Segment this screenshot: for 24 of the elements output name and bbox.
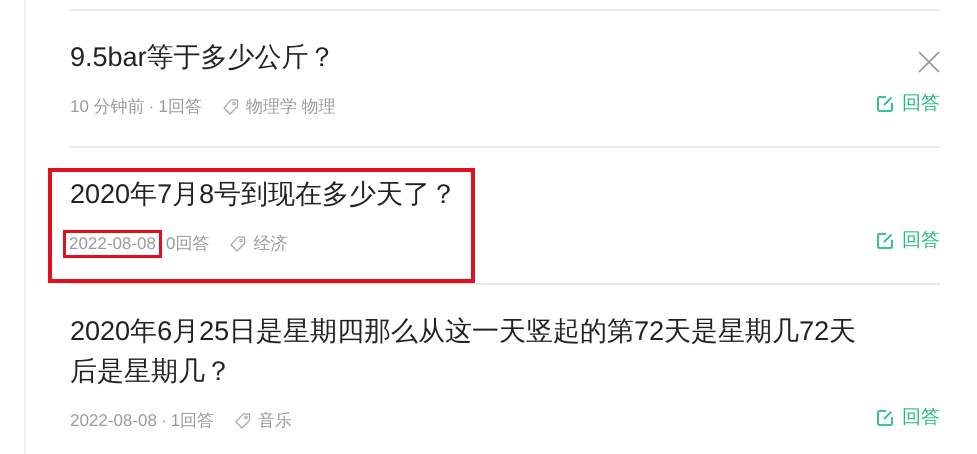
separator: ·	[148, 96, 154, 118]
question-time: 10 分钟前	[70, 96, 145, 118]
question-title[interactable]: 2020年7月8号到现在多少天了？	[70, 174, 458, 214]
close-icon[interactable]	[918, 51, 940, 73]
question-title[interactable]: 2020年6月25日是星期四那么从这一天竖起的第72天是星期几72天后是星期几？	[70, 311, 858, 391]
edit-icon	[876, 95, 894, 113]
answer-button[interactable]: 回答	[876, 229, 940, 253]
tag-icon	[229, 235, 248, 253]
answer-count: 0回答	[166, 233, 210, 255]
tag-icon	[222, 98, 240, 116]
tag-icon	[234, 412, 252, 430]
separator: ·	[160, 410, 167, 432]
question-time: 2022-08-08	[70, 410, 157, 432]
question-title[interactable]: 9.5bar等于多少公斤？	[70, 37, 336, 77]
answer-count: 1回答	[158, 96, 202, 118]
question-time: 2022-08-08	[63, 230, 162, 258]
answer-count: 1回答	[170, 410, 214, 432]
question-tags[interactable]: 音乐	[258, 410, 292, 432]
edit-icon	[876, 409, 894, 427]
answer-button[interactable]: 回答	[876, 406, 940, 430]
question-tags[interactable]: 经济	[253, 233, 288, 255]
edit-icon	[876, 232, 894, 250]
answer-button[interactable]: 回答	[876, 92, 940, 116]
question-tags[interactable]: 物理学 物理	[246, 96, 336, 118]
